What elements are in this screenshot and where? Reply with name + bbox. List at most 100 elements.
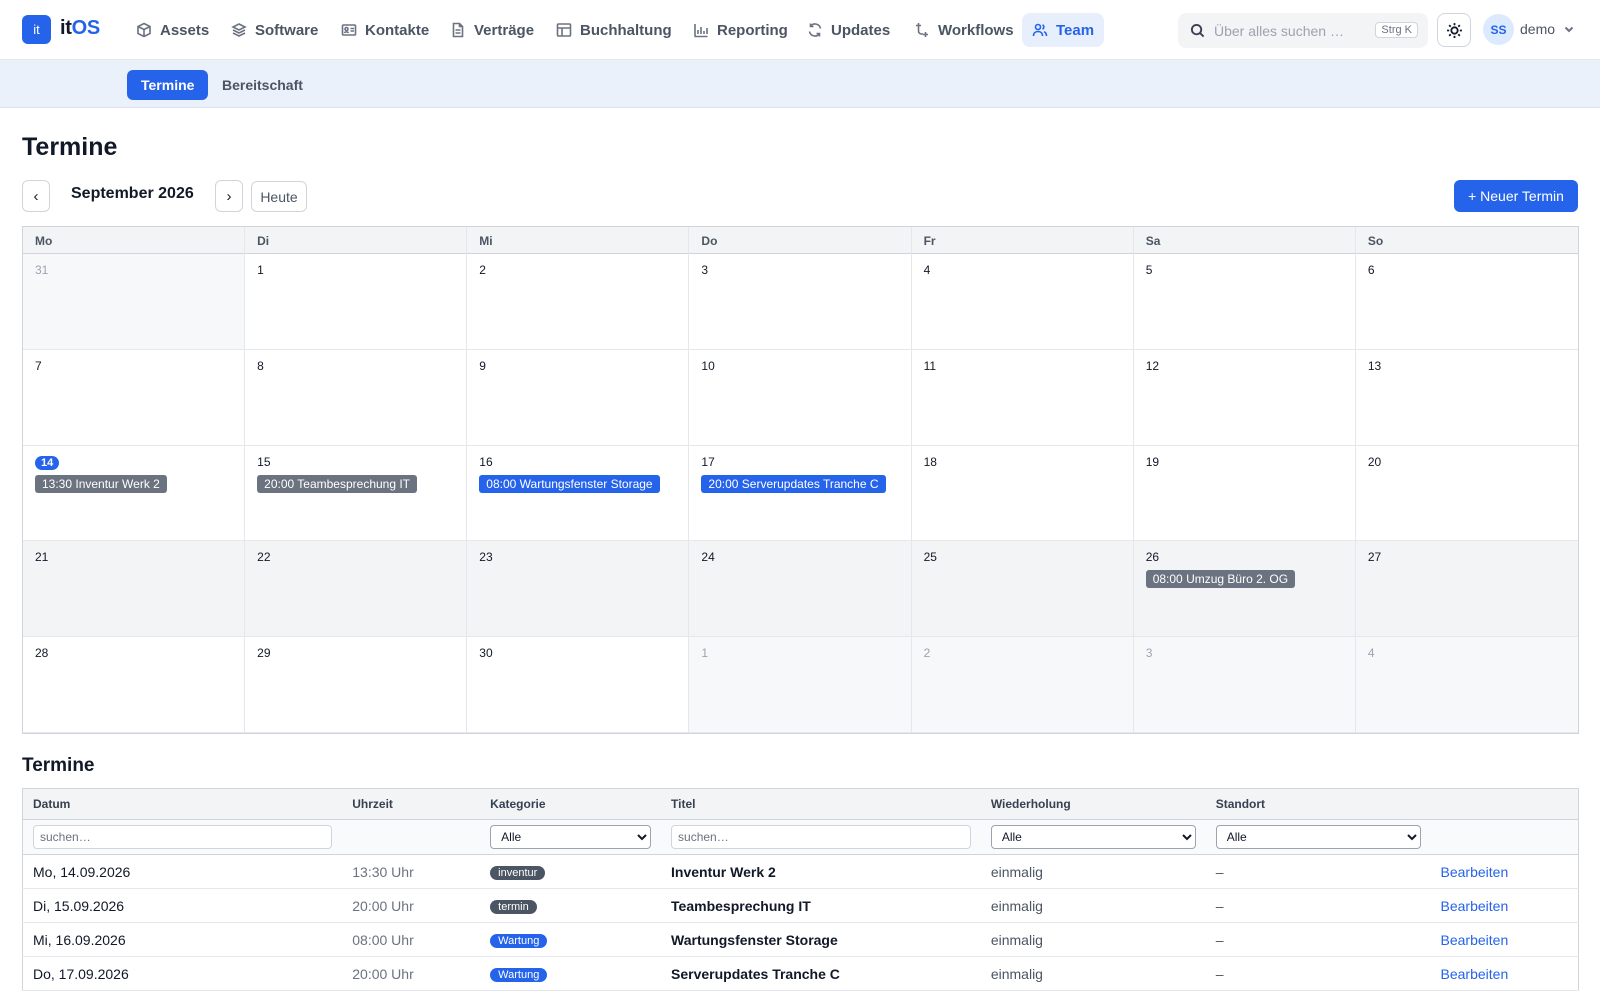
nav-team[interactable]: Team (1022, 13, 1105, 47)
day-number: 3 (701, 263, 709, 277)
calendar-day-cell[interactable]: 30 (467, 637, 690, 733)
calendar-event[interactable]: 13:30 Inventur Werk 2 (35, 474, 167, 493)
calendar-day-cell[interactable]: 6 (1355, 254, 1578, 350)
day-number: 1 (701, 646, 709, 661)
date-filter-input[interactable] (33, 825, 333, 849)
calendar-day-cell[interactable]: 1 (689, 637, 912, 733)
cell-repeat: einmalig (980, 854, 1206, 889)
sun-icon (1446, 22, 1462, 38)
calendar-day-cell[interactable]: 14 13:30 Inventur Werk 2 (23, 445, 246, 542)
day-number: 4 (1367, 646, 1375, 661)
edit-link[interactable]: Bearbeiten (1441, 864, 1509, 880)
workflow-icon (916, 23, 928, 37)
day-number: 29 (257, 646, 271, 661)
calendar-day-cell[interactable]: 1 (245, 254, 468, 350)
calendar-day-cell[interactable]: 2 (911, 637, 1134, 733)
table-row[interactable]: Mi, 16.09.2026 08:00 Uhr Wartung Wartungsfe… (22, 922, 1579, 957)
location-filter-select[interactable]: Alle (1215, 825, 1421, 849)
calendar-day-cell[interactable]: 24 (689, 541, 912, 638)
calendar-day-cell[interactable]: 2 (467, 254, 690, 350)
calendar-day-cell[interactable]: 23 (467, 541, 690, 638)
calendar-day-cell[interactable]: 3 (1133, 637, 1356, 733)
global-search[interactable]: Strg K (1178, 13, 1428, 48)
calendar-day-cell[interactable]: 16 08:00 Wartungsfenster Storage (467, 445, 690, 542)
calendar-day-cell[interactable]: 29 (245, 637, 468, 733)
chevron-down-icon[interactable] (1563, 23, 1575, 35)
cell-time: 13:30 Uhr (342, 854, 481, 889)
calendar-day-cell[interactable]: 3 (689, 254, 912, 350)
calendar-day-cell[interactable]: 10 (689, 349, 912, 446)
edit-link[interactable]: Bearbeiten (1441, 966, 1509, 982)
calendar-event[interactable]: 20:00 Serverupdates Tranche C (701, 474, 886, 493)
calendar-day-cell[interactable]: 31 (23, 254, 246, 350)
column-header-kategorie[interactable]: Kategorie (480, 788, 662, 820)
calendar-day-cell[interactable]: 4 (911, 254, 1134, 350)
calendar-day-cell[interactable]: 17 20:00 Serverupdates Tranche C (689, 445, 912, 542)
next-month-button[interactable]: › (215, 180, 243, 212)
calendar-day-cell[interactable]: 19 (1133, 445, 1356, 542)
calendar-event[interactable]: 20:00 Teambesprechung IT (257, 474, 418, 493)
calendar-event[interactable]: 08:00 Wartungsfenster Storage (479, 474, 660, 493)
calendar-day-cell[interactable]: 12 (1133, 349, 1356, 446)
edit-link[interactable]: Bearbeiten (1441, 898, 1509, 914)
nav-assets[interactable]: Assets (126, 13, 219, 47)
calendar-day-cell[interactable]: 21 (23, 541, 246, 638)
nav-kontakte[interactable]: Kontakte (331, 13, 439, 47)
table-row[interactable]: Do, 17.09.2026 20:00 Uhr Wartung Serverupda… (22, 956, 1579, 991)
user-name[interactable]: demo (1520, 21, 1555, 37)
calendar-day-cell[interactable]: 25 (911, 541, 1134, 638)
nav-software[interactable]: Software (221, 13, 328, 47)
calendar-day-cell[interactable]: 4 (1355, 637, 1578, 733)
search-input[interactable] (1214, 13, 1374, 48)
calendar-event[interactable]: 08:00 Umzug Büro 2. OG (1145, 570, 1296, 589)
logo-icon[interactable]: it (22, 15, 51, 44)
cell-title: Wartungsfenster Storage (661, 922, 981, 957)
cell-action: Bearbeiten (1430, 854, 1579, 889)
table-row[interactable]: Di, 15.09.2026 20:00 Uhr termin Teambesprec… (22, 888, 1579, 923)
column-header-titel[interactable]: Titel (661, 788, 981, 820)
list-title: Termine (22, 755, 95, 776)
today-button[interactable]: Heute (251, 181, 307, 212)
calendar-day-cell[interactable]: 28 (23, 637, 246, 733)
calendar-day-cell[interactable]: 26 08:00 Umzug Büro 2. OG (1133, 541, 1356, 638)
calendar-day-cell[interactable]: 22 (245, 541, 468, 638)
calendar-day-cell[interactable]: 9 (467, 349, 690, 446)
cell-date: Mo, 14.09.2026 (22, 854, 343, 889)
nav-workflows[interactable]: Workflows (904, 13, 1024, 47)
user-avatar[interactable]: SS (1483, 14, 1514, 45)
calendar-day-cell[interactable]: 11 (911, 349, 1134, 446)
title-filter-input[interactable] (671, 825, 971, 849)
calendar-day-cell[interactable]: 7 (23, 349, 246, 446)
day-number: 2 (923, 646, 931, 661)
logo-text-part1: it (60, 17, 72, 39)
category-filter-select[interactable]: Alle (490, 825, 652, 849)
calendar-day-cell[interactable]: 18 (911, 445, 1134, 542)
nav-vertraege[interactable]: Verträge (440, 13, 544, 47)
calendar-day-cell[interactable]: 15 20:00 Teambesprechung IT (245, 445, 468, 542)
column-header-standort[interactable]: Standort (1205, 788, 1431, 820)
column-header-uhrzeit[interactable]: Uhrzeit (342, 788, 481, 820)
day-number: 9 (479, 358, 486, 373)
app-logo[interactable]: itOS (60, 17, 100, 40)
previous-month-button[interactable]: ‹ (22, 180, 50, 212)
new-appointment-button[interactable]: + Neuer Termin (1454, 180, 1578, 212)
repeat-filter-select[interactable]: Alle (990, 825, 1196, 849)
calendar-day-cell[interactable]: 8 (245, 349, 468, 446)
day-number: 30 (479, 646, 493, 661)
tab-termine[interactable]: Termine (127, 70, 209, 100)
nav-team-label: Team (1056, 21, 1095, 39)
nav-buchhaltung[interactable]: Buchhaltung (546, 13, 682, 47)
theme-toggle-button[interactable] (1437, 13, 1471, 47)
column-header-datum[interactable]: Datum (22, 788, 343, 820)
calendar-day-cell[interactable]: 5 (1133, 254, 1356, 350)
edit-link[interactable]: Bearbeiten (1441, 932, 1509, 948)
day-number: 27 (1367, 550, 1382, 565)
table-row[interactable]: Mo, 14.09.2026 13:30 Uhr inventur Inventur … (22, 854, 1579, 889)
column-header-wiederholung[interactable]: Wiederholung (980, 788, 1206, 820)
calendar-day-cell[interactable]: 20 (1355, 445, 1578, 542)
tab-bereitschaft[interactable]: Bereitschaft (208, 70, 317, 100)
nav-updates[interactable]: Updates (797, 13, 900, 47)
calendar-day-cell[interactable]: 27 (1355, 541, 1578, 638)
calendar-day-cell[interactable]: 13 (1355, 349, 1578, 446)
nav-reporting[interactable]: Reporting (683, 13, 798, 47)
